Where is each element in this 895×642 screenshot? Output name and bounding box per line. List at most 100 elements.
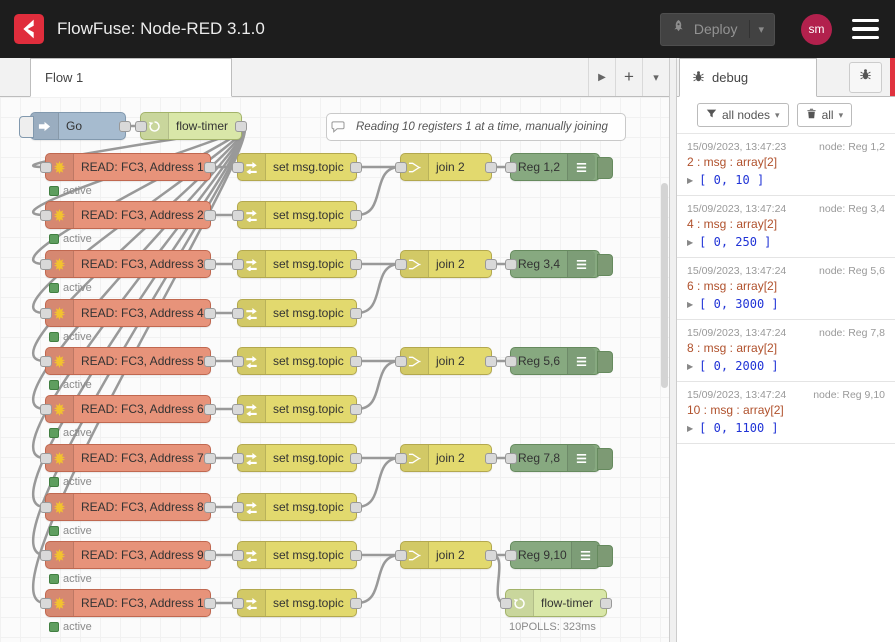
deploy-options-button[interactable]: ▾	[758, 23, 764, 36]
output-port[interactable]	[204, 308, 216, 319]
input-port[interactable]	[505, 453, 517, 464]
input-port[interactable]	[505, 550, 517, 561]
node-join1[interactable]: join 2	[400, 153, 492, 181]
node-join2[interactable]: join 2	[400, 250, 492, 278]
output-port[interactable]	[204, 404, 216, 415]
node-join4[interactable]: join 2	[400, 444, 492, 472]
input-port[interactable]	[40, 502, 52, 513]
input-port[interactable]	[40, 162, 52, 173]
node-set2[interactable]: set msg.topic	[237, 201, 357, 229]
add-flow-button[interactable]: +	[615, 58, 642, 96]
input-port[interactable]	[135, 121, 147, 132]
debug-payload[interactable]: [ 0, 10 ]	[699, 173, 764, 187]
node-read3[interactable]: READ: FC3, Address 3active	[45, 250, 211, 278]
wire[interactable]	[357, 458, 400, 507]
output-port[interactable]	[485, 259, 497, 270]
expand-caret-icon[interactable]: ▶	[687, 424, 693, 433]
output-port[interactable]	[204, 356, 216, 367]
node-reg2[interactable]: Reg 3,4	[510, 250, 600, 278]
wire[interactable]	[357, 361, 400, 409]
debug-toggle-button[interactable]	[597, 448, 613, 470]
node-set7[interactable]: set msg.topic	[237, 444, 357, 472]
node-set1[interactable]: set msg.topic	[237, 153, 357, 181]
output-port[interactable]	[485, 162, 497, 173]
output-port[interactable]	[204, 259, 216, 270]
output-port[interactable]	[350, 210, 362, 221]
wire[interactable]	[357, 264, 400, 313]
debug-payload[interactable]: [ 0, 250 ]	[699, 235, 771, 249]
wire[interactable]	[357, 167, 400, 215]
tab-debug[interactable]: debug	[679, 58, 817, 97]
debug-payload[interactable]: [ 0, 3000 ]	[699, 297, 778, 311]
wire[interactable]	[492, 555, 505, 603]
input-port[interactable]	[395, 259, 407, 270]
expand-caret-icon[interactable]: ▶	[687, 176, 693, 185]
node-read6[interactable]: READ: FC3, Address 6active	[45, 395, 211, 423]
expand-caret-icon[interactable]: ▶	[687, 300, 693, 309]
input-port[interactable]	[232, 308, 244, 319]
flow-canvas[interactable]: Goflow-timerReading 10 registers 1 at a …	[0, 97, 669, 642]
output-port[interactable]	[485, 356, 497, 367]
output-port[interactable]	[350, 308, 362, 319]
input-port[interactable]	[40, 259, 52, 270]
input-port[interactable]	[232, 453, 244, 464]
tab-flow1[interactable]: Flow 1	[30, 58, 232, 97]
input-port[interactable]	[40, 210, 52, 221]
debug-toggle-button[interactable]	[597, 254, 613, 276]
input-port[interactable]	[505, 356, 517, 367]
input-port[interactable]	[232, 356, 244, 367]
output-port[interactable]	[204, 453, 216, 464]
input-port[interactable]	[395, 550, 407, 561]
node-read9[interactable]: READ: FC3, Address 9active	[45, 541, 211, 569]
node-set8[interactable]: set msg.topic	[237, 493, 357, 521]
output-port[interactable]	[350, 162, 362, 173]
node-join3[interactable]: join 2	[400, 347, 492, 375]
node-read1[interactable]: READ: FC3, Address 1active	[45, 153, 211, 181]
flow-list-button[interactable]: ▾	[642, 58, 669, 96]
expand-caret-icon[interactable]: ▶	[687, 238, 693, 247]
input-port[interactable]	[40, 598, 52, 609]
node-set5[interactable]: set msg.topic	[237, 347, 357, 375]
node-read8[interactable]: READ: FC3, Address 8active	[45, 493, 211, 521]
output-port[interactable]	[350, 356, 362, 367]
node-read7[interactable]: READ: FC3, Address 7active	[45, 444, 211, 472]
node-read5[interactable]: READ: FC3, Address 5active	[45, 347, 211, 375]
input-port[interactable]	[232, 210, 244, 221]
output-port[interactable]	[350, 259, 362, 270]
input-port[interactable]	[40, 404, 52, 415]
output-port[interactable]	[350, 598, 362, 609]
input-port[interactable]	[232, 502, 244, 513]
input-port[interactable]	[232, 550, 244, 561]
wire[interactable]	[357, 555, 400, 603]
input-port[interactable]	[232, 259, 244, 270]
output-port[interactable]	[485, 453, 497, 464]
output-port[interactable]	[204, 550, 216, 561]
node-set9[interactable]: set msg.topic	[237, 541, 357, 569]
output-port[interactable]	[204, 162, 216, 173]
debug-toggle-button[interactable]	[597, 545, 613, 567]
input-port[interactable]	[40, 356, 52, 367]
output-port[interactable]	[350, 453, 362, 464]
output-port[interactable]	[204, 598, 216, 609]
debug-payload[interactable]: [ 0, 2000 ]	[699, 359, 778, 373]
node-set4[interactable]: set msg.topic	[237, 299, 357, 327]
node-reg5[interactable]: Reg 9,10	[510, 541, 600, 569]
clear-messages-button[interactable]: all ▾	[797, 103, 853, 127]
node-read4[interactable]: READ: FC3, Address 4active	[45, 299, 211, 327]
output-port[interactable]	[485, 550, 497, 561]
output-port[interactable]	[204, 210, 216, 221]
node-read10[interactable]: READ: FC3, Address 10active	[45, 589, 211, 617]
filter-nodes-button[interactable]: all nodes ▾	[697, 103, 789, 127]
output-port[interactable]	[600, 598, 612, 609]
node-reg4[interactable]: Reg 7,8	[510, 444, 600, 472]
tab-scroll-button[interactable]: ▶	[588, 58, 615, 96]
inject-button[interactable]	[19, 116, 34, 138]
main-menu-button[interactable]	[850, 15, 881, 44]
node-join5[interactable]: join 2	[400, 541, 492, 569]
output-port[interactable]	[350, 502, 362, 513]
output-port[interactable]	[235, 121, 247, 132]
input-port[interactable]	[232, 404, 244, 415]
output-port[interactable]	[350, 404, 362, 415]
input-port[interactable]	[505, 162, 517, 173]
debug-toggle-button[interactable]	[597, 157, 613, 179]
